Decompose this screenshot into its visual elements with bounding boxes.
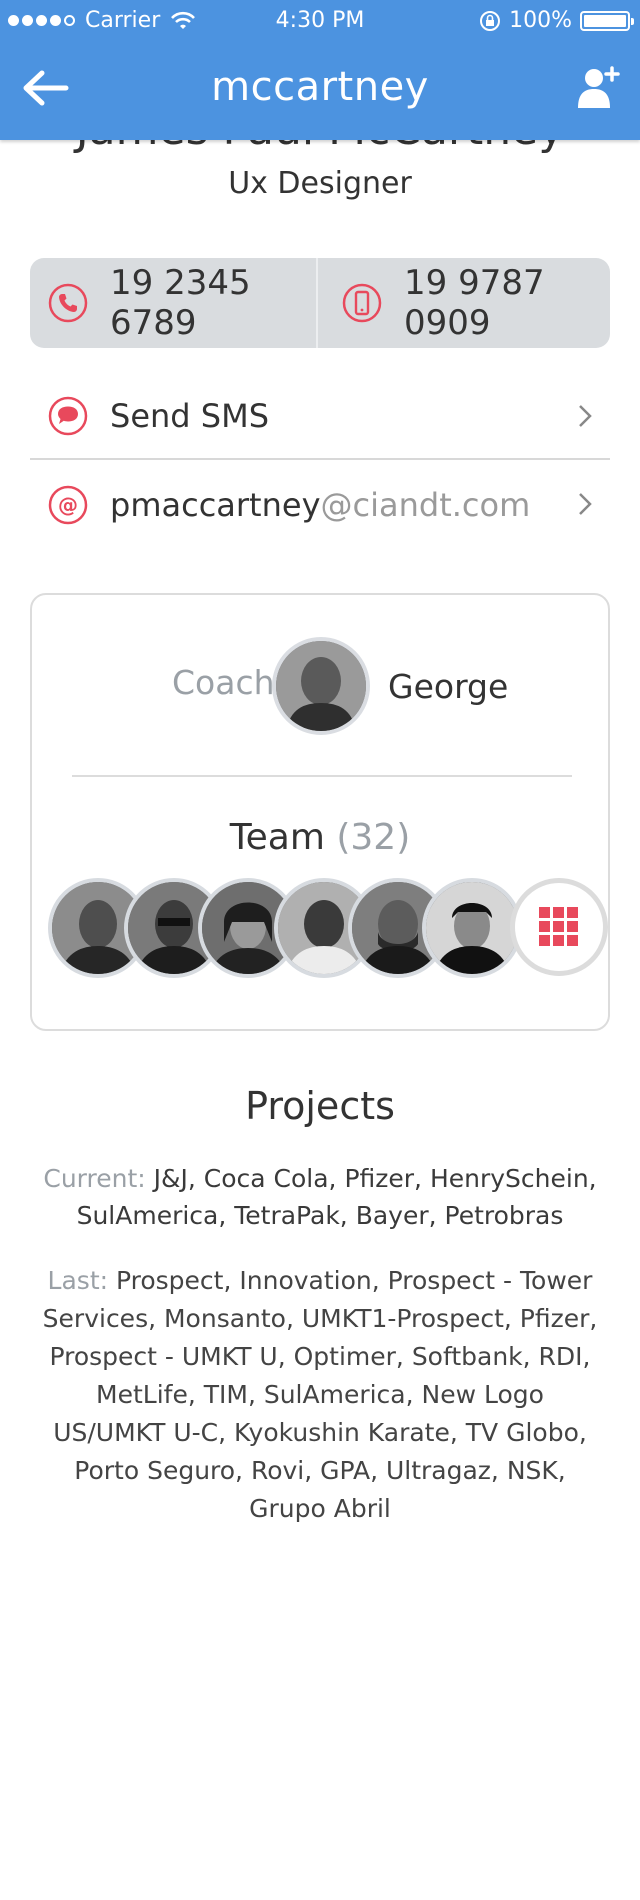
add-user-icon[interactable] <box>574 64 620 110</box>
coach-name: George <box>388 667 509 706</box>
nav-title: mccartney <box>211 64 429 110</box>
phone-mobile[interactable]: 19 9787 0909 <box>316 258 610 348</box>
team-title: Team (32) <box>32 817 608 858</box>
chevron-right-icon <box>579 405 592 427</box>
rotation-lock-icon <box>480 10 501 31</box>
email-domain: @ciandt.com <box>320 486 531 524</box>
projects-last: Last: Prospect, Innovation, Prospect - T… <box>36 1262 604 1528</box>
phone-numbers: 19 2345 6789 19 9787 0909 <box>30 258 610 348</box>
profile-job-title: Ux Designer <box>228 166 412 201</box>
team-count: (32) <box>336 817 411 858</box>
chat-bubble-icon <box>48 396 88 436</box>
phone-icon <box>48 283 88 323</box>
grid-icon <box>539 907 578 946</box>
card-divider <box>72 775 572 777</box>
status-bar: Carrier 4:30 PM 100% <box>0 0 640 40</box>
projects-last-label: Last: <box>47 1266 109 1295</box>
battery-percent: 100% <box>509 8 572 33</box>
coach-team-card: Coach George Team (32) <box>30 593 610 1031</box>
projects-current: Current: J&J, Coca Cola, Pfizer, HenrySc… <box>40 1160 600 1234</box>
projects-last-list: Prospect, Innovation, Prospect - Tower S… <box>42 1266 598 1523</box>
coach-avatar[interactable] <box>272 637 370 735</box>
mobile-icon <box>342 283 382 323</box>
projects-title: Projects <box>245 1084 395 1128</box>
battery-icon <box>580 10 634 31</box>
mobile-number: 19 9787 0909 <box>404 263 545 343</box>
team-view-all-button[interactable] <box>510 878 608 976</box>
send-sms-label: Send SMS <box>110 397 269 435</box>
team-members <box>48 878 608 978</box>
team-label: Team <box>229 817 325 858</box>
phone-number: 19 2345 6789 <box>110 263 251 343</box>
team-member-avatar[interactable] <box>422 878 522 978</box>
app-header: Carrier 4:30 PM 100% mccartney <box>0 0 640 140</box>
email-address: pmaccartney@ciandt.com <box>110 486 610 524</box>
chevron-right-icon <box>579 493 592 515</box>
projects-current-list: J&J, Coca Cola, Pfizer, HenrySchein, Sul… <box>76 1164 597 1230</box>
send-sms-row[interactable]: Send SMS <box>30 374 610 460</box>
at-sign-icon: @ <box>48 485 88 525</box>
email-user: pmaccartney <box>110 486 321 524</box>
projects-current-label: Current: <box>43 1164 146 1193</box>
nav-bar: mccartney <box>0 40 640 140</box>
coach-label: Coach <box>172 663 275 702</box>
svg-text:@: @ <box>58 493 78 517</box>
phone-landline[interactable]: 19 2345 6789 <box>30 258 316 348</box>
email-row[interactable]: @ pmaccartney@ciandt.com <box>30 462 610 548</box>
